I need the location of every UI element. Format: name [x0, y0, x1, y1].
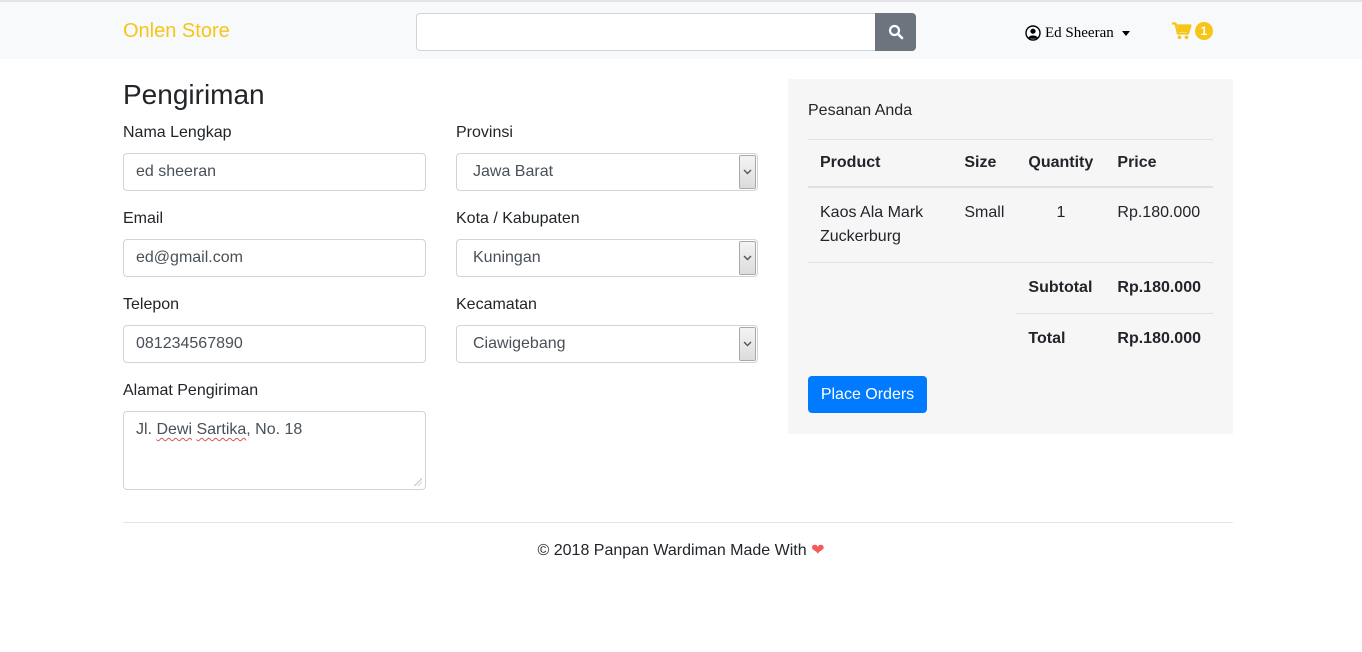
- subtotal-spacer: [808, 262, 1017, 314]
- place-order-button[interactable]: Place Orders: [808, 376, 927, 413]
- city-label: Kota / Kabupaten: [456, 210, 580, 227]
- address-label: Alamat Pengiriman: [123, 382, 259, 399]
- subtotal-row: Subtotal Rp.180.000: [808, 262, 1213, 314]
- item-product: Kaos Ala Mark Zuckerburg: [808, 186, 953, 263]
- heart-icon: ❤: [811, 542, 825, 559]
- total-spacer: [808, 314, 1016, 365]
- district-select[interactable]: Ciawigebang: [456, 325, 758, 363]
- chevron-down-icon[interactable]: [739, 155, 756, 189]
- search-input[interactable]: [416, 13, 876, 51]
- order-summary-panel: Pesanan Anda Product Size Quantity Price…: [788, 79, 1233, 434]
- total-row: Total Rp.180.000: [808, 313, 1213, 365]
- page-title: Pengiriman: [123, 79, 265, 110]
- city-value: Kuningan: [473, 249, 541, 266]
- column-header-price: Price: [1105, 139, 1213, 188]
- footer-divider: [123, 522, 1233, 523]
- chevron-down-icon[interactable]: [739, 327, 756, 361]
- brand-logo[interactable]: Onlen Store: [123, 20, 230, 43]
- order-summary-title: Pesanan Anda: [808, 102, 913, 119]
- phone-input[interactable]: 081234567890: [123, 325, 426, 363]
- item-quantity: 1: [1016, 186, 1106, 263]
- footer: © 2018 Panpan Wardiman Made With ❤: [0, 540, 1362, 560]
- order-table: Product Size Quantity Price Kaos Ala Mar…: [808, 139, 1213, 364]
- search-icon: [888, 24, 903, 40]
- total-value: Rp.180.000: [1105, 313, 1213, 364]
- search-button[interactable]: [875, 13, 916, 51]
- top-navbar: Onlen Store Ed Sheeran 1: [0, 0, 1362, 59]
- full-name-input[interactable]: ed sheeran: [123, 153, 426, 191]
- chevron-down-icon[interactable]: [739, 241, 756, 275]
- subtotal-label: Subtotal: [1016, 262, 1106, 314]
- cart-button[interactable]: 1: [1172, 22, 1213, 40]
- shopping-cart-icon: [1172, 22, 1192, 40]
- address-text-word2: Sartika: [196, 421, 247, 438]
- resize-grip-icon[interactable]: [414, 478, 422, 486]
- district-value: Ciawigebang: [473, 335, 566, 352]
- item-price: Rp.180.000: [1105, 186, 1213, 263]
- phone-label: Telepon: [123, 296, 180, 313]
- column-header-size: Size: [952, 139, 1017, 188]
- user-name: Ed Sheeran: [1045, 24, 1114, 41]
- footer-text: © 2018 Panpan Wardiman Made With: [537, 542, 807, 559]
- column-header-product: Product: [808, 139, 953, 188]
- address-textarea[interactable]: Jl. Dewi Sartika, No. 18: [123, 411, 426, 490]
- user-circle-icon: [1025, 25, 1041, 41]
- cart-count-badge: 1: [1195, 22, 1213, 40]
- user-dropdown[interactable]: Ed Sheeran: [1025, 23, 1130, 43]
- chevron-down-icon: [1121, 30, 1130, 36]
- table-row: Kaos Ala Mark Zuckerburg Small 1 Rp.180.…: [808, 186, 1213, 263]
- email-input[interactable]: ed@gmail.com: [123, 239, 426, 277]
- subtotal-value: Rp.180.000: [1105, 262, 1213, 314]
- address-text-prefix: Jl.: [136, 421, 157, 438]
- column-header-quantity: Quantity: [1016, 139, 1106, 188]
- province-select[interactable]: Jawa Barat: [456, 153, 758, 191]
- address-text-word1: Dewi: [156, 421, 193, 438]
- item-size: Small: [952, 186, 1017, 263]
- district-label: Kecamatan: [456, 296, 537, 313]
- email-label: Email: [123, 210, 164, 227]
- total-label: Total: [1016, 313, 1106, 364]
- province-value: Jawa Barat: [473, 163, 554, 180]
- order-table-header-row: Product Size Quantity Price: [808, 139, 1213, 188]
- province-label: Provinsi: [456, 124, 513, 141]
- full-name-label: Nama Lengkap: [123, 124, 232, 141]
- address-text-suffix: , No. 18: [246, 421, 303, 438]
- city-select[interactable]: Kuningan: [456, 239, 758, 277]
